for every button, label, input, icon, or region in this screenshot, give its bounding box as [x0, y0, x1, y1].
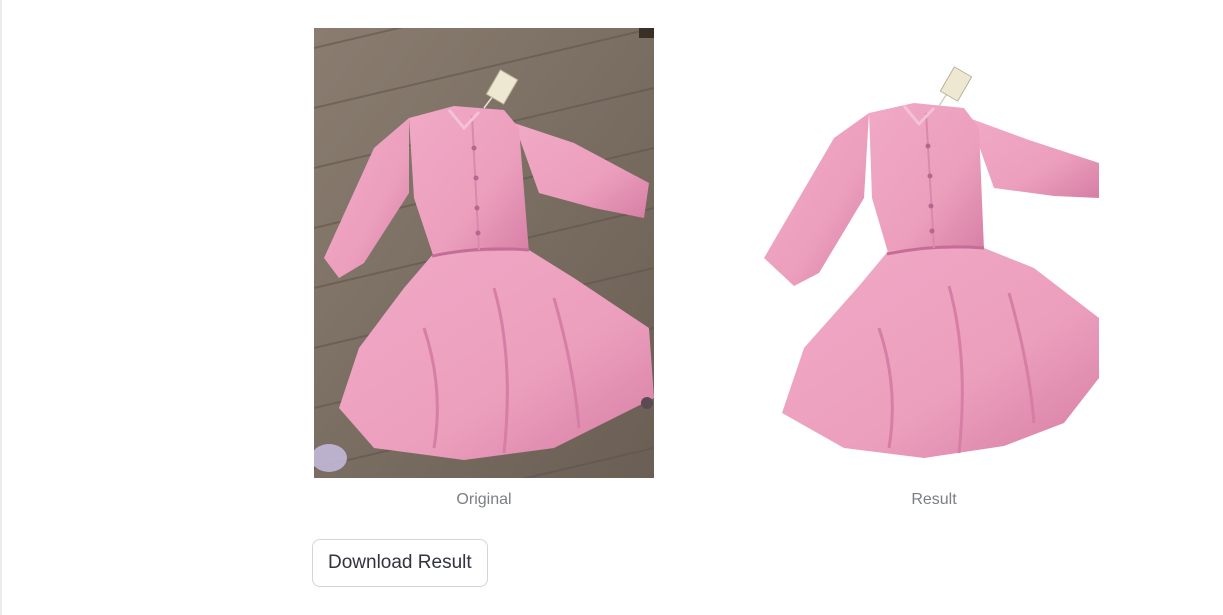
- page-left-border: [0, 0, 2, 615]
- original-image-svg: [314, 28, 654, 478]
- result-image: [764, 28, 1104, 478]
- result-caption: Result: [911, 491, 957, 508]
- download-result-button[interactable]: Download Result: [312, 539, 488, 587]
- original-image: [314, 28, 654, 478]
- result-image-svg: [764, 28, 1104, 478]
- original-caption: Original: [456, 491, 512, 508]
